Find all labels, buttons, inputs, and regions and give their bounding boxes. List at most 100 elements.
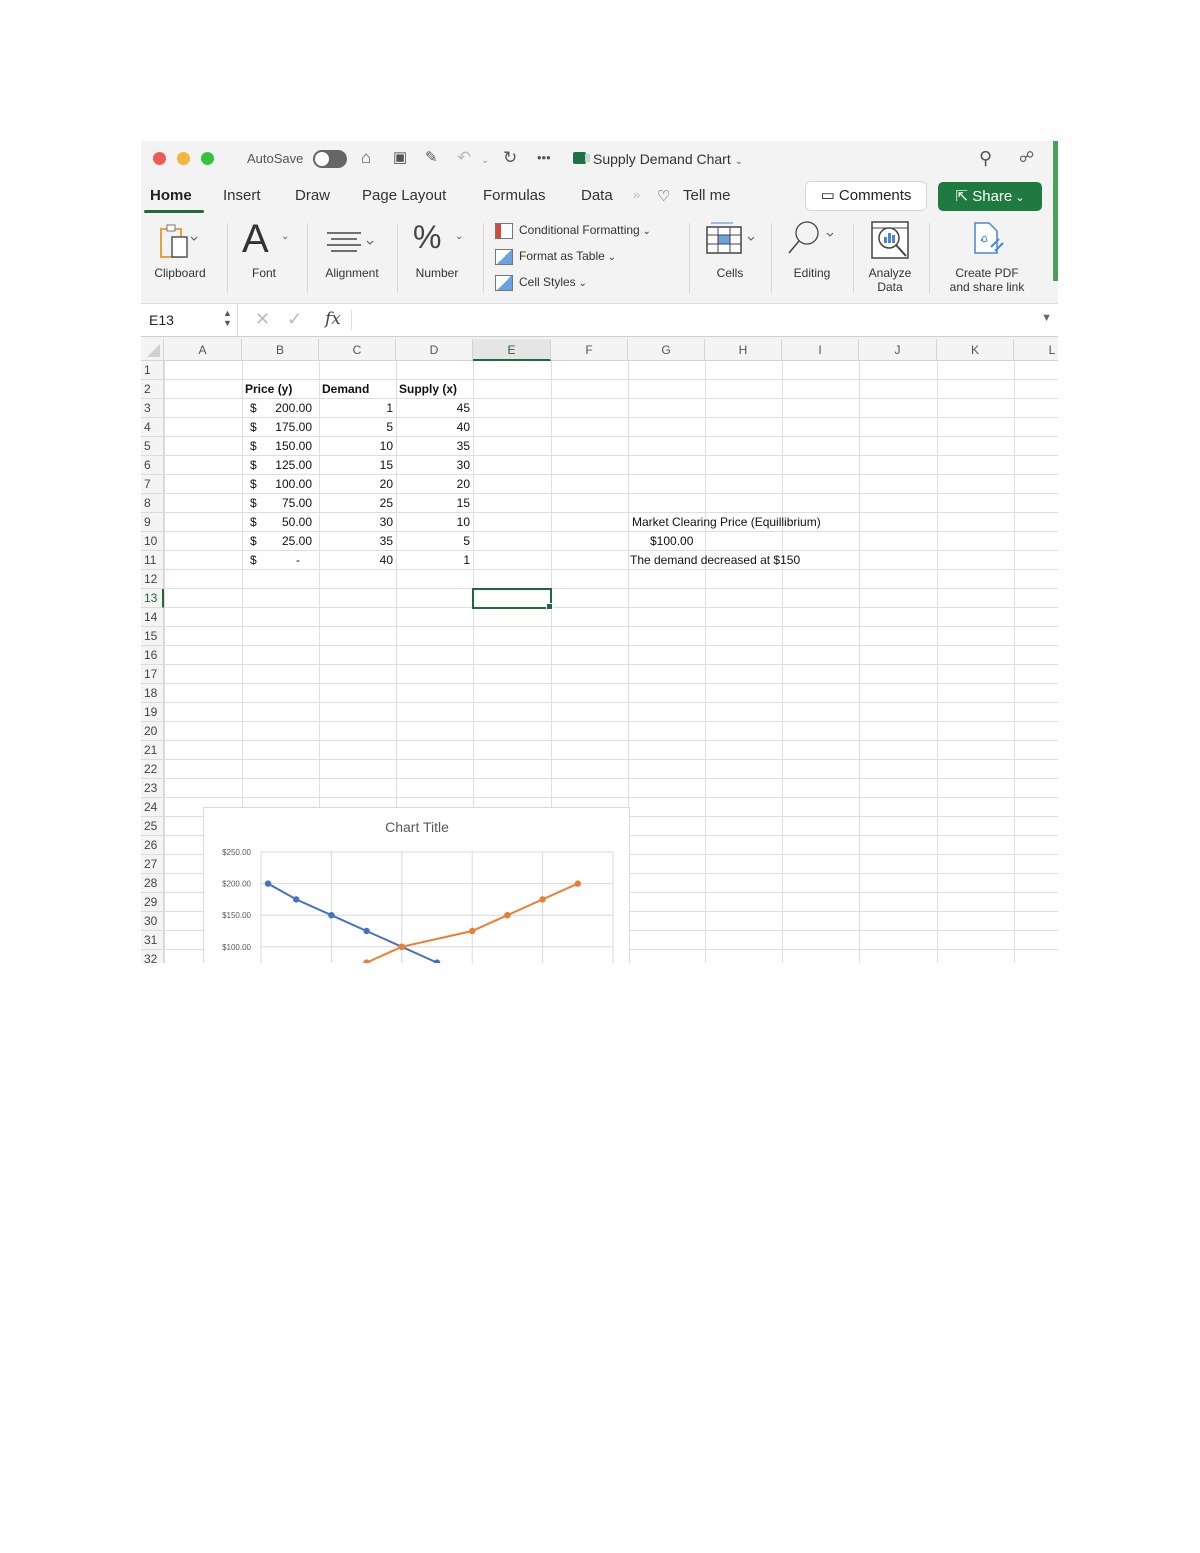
column-header-i[interactable]: I [782,339,859,361]
alignment-group[interactable]: Alignment [309,215,395,301]
column-header-b[interactable]: B [242,339,319,361]
comments-button[interactable]: ▭ Comments [805,181,927,211]
tab-home[interactable]: Home [150,187,192,204]
supply-value: 20 [456,477,470,491]
row-header-4[interactable]: 4 [141,418,164,437]
expand-formula-bar-icon[interactable]: ▼ [1041,312,1052,324]
redo-icon[interactable]: ↻ [503,147,517,169]
close-window-button[interactable] [153,152,166,165]
format-as-table-button[interactable]: Format as Table ⌄ [495,249,616,265]
undo-dropdown-icon[interactable]: ⌄ [481,150,489,172]
document-title[interactable]: Supply Demand Chart ⌄ [571,151,743,167]
gridline [164,702,1058,703]
data-point [469,927,476,935]
conditional-formatting-button[interactable]: Conditional Formatting ⌄ [495,223,651,239]
row-header-17[interactable]: 17 [141,665,164,684]
tab-insert[interactable]: Insert [223,187,261,204]
row-header-2[interactable]: 2 [141,380,164,399]
editing-group[interactable]: Editing [773,215,851,301]
undo-icon[interactable]: ↶ [457,147,471,169]
collaborate-icon[interactable]: ☍ [1019,147,1034,169]
cancel-icon[interactable]: ✕ [255,309,270,330]
row-header-24[interactable]: 24 [141,798,164,817]
share-button[interactable]: ⇱ Share ⌄ [938,182,1042,211]
worksheet-grid[interactable]: A B C D E F G H I J K L 1 2 3 4 5 6 7 8 9 10 11 12 13 14 15 16 17 18 1… [141,339,1058,963]
row-header-9[interactable]: 9 [141,513,164,532]
home-icon[interactable]: ⌂ [361,147,371,169]
minimize-window-button[interactable] [177,152,190,165]
autosave-toggle[interactable] [313,150,347,168]
row-header-16[interactable]: 16 [141,646,164,665]
column-header-l[interactable]: L [1014,339,1058,361]
analyze-data-icon [871,221,909,259]
row-header-26[interactable]: 26 [141,836,164,855]
save-icon[interactable]: ▣ [393,147,407,169]
price-value: 200.00 [275,401,312,415]
row-header-5[interactable]: 5 [141,437,164,456]
column-header-h[interactable]: H [705,339,782,361]
tab-draw[interactable]: Draw [295,187,330,204]
data-point [328,912,335,919]
supply-demand-chart[interactable]: Chart Title $- $50.00 $100.00 $150.00 $200.00… [203,807,630,963]
column-header-e[interactable]: E [473,339,551,361]
row-header-18[interactable]: 18 [141,684,164,703]
row-header-10[interactable]: 10 [141,532,164,551]
tell-me[interactable]: Tell me [683,187,731,204]
analyze-data-button[interactable]: Analyze Data [855,215,925,301]
column-header-k[interactable]: K [937,339,1014,361]
chart-svg: Chart Title$-$50.00$100.00$150.00$200.00… [222,819,614,963]
create-pdf-button[interactable]: Create PDF and share link [933,215,1041,301]
row-header-23[interactable]: 23 [141,779,164,798]
row-header-15[interactable]: 15 [141,627,164,646]
row-header-6[interactable]: 6 [141,456,164,475]
select-all-button[interactable] [141,339,164,361]
row-header-14[interactable]: 14 [141,608,164,627]
row-header-29[interactable]: 29 [141,893,164,912]
column-header-a[interactable]: A [164,339,242,361]
column-header-d[interactable]: D [396,339,473,361]
search-icon[interactable]: ⚲ [979,147,992,169]
row-header-1[interactable]: 1 [141,361,164,380]
tab-data[interactable]: Data [581,187,613,204]
row-header-3[interactable]: 3 [141,399,164,418]
name-box[interactable]: E13 ▲ ▼ [141,304,238,336]
name-box-spinner-icon[interactable]: ▲ ▼ [223,308,232,328]
row-header-27[interactable]: 27 [141,855,164,874]
function-icon[interactable]: fx [325,309,341,329]
edit-icon[interactable]: ✎ [425,147,438,169]
tab-page-layout[interactable]: Page Layout [362,187,446,204]
demand-value: 25 [379,496,393,510]
cell-styles-button[interactable]: Cell Styles ⌄ [495,275,587,291]
cells-group[interactable]: Cells [691,215,769,301]
selected-cell-e13[interactable] [472,588,553,610]
row-header-7[interactable]: 7 [141,475,164,494]
clipboard-group[interactable]: Clipboard [141,215,219,301]
row-header-21[interactable]: 21 [141,741,164,760]
confirm-icon[interactable]: ✓ [287,309,302,330]
row-header-30[interactable]: 30 [141,912,164,931]
row-header-25[interactable]: 25 [141,817,164,836]
row-header-11[interactable]: 11 [141,551,164,570]
number-group[interactable]: % ⌄ Number [399,215,475,301]
column-header-g[interactable]: G [628,339,705,361]
column-header-c[interactable]: C [319,339,396,361]
series-line-demand [267,882,441,963]
row-header-28[interactable]: 28 [141,874,164,893]
maximize-window-button[interactable] [201,152,214,165]
font-group[interactable]: A ⌄ Font [229,215,299,301]
row-header-12[interactable]: 12 [141,570,164,589]
row-header-20[interactable]: 20 [141,722,164,741]
fill-handle[interactable] [546,603,553,610]
series-line-supply-x- [363,882,579,963]
row-header-32[interactable]: 32 [141,950,164,963]
row-header-8[interactable]: 8 [141,494,164,513]
row-header-22[interactable]: 22 [141,760,164,779]
row-header-13[interactable]: 13 [141,589,164,608]
row-header-19[interactable]: 19 [141,703,164,722]
more-tabs-icon[interactable]: » [633,187,640,202]
more-icon[interactable]: ••• [537,147,551,169]
tab-formulas[interactable]: Formulas [483,187,546,204]
row-header-31[interactable]: 31 [141,931,164,950]
column-header-j[interactable]: J [859,339,937,361]
column-header-f[interactable]: F [551,339,628,361]
